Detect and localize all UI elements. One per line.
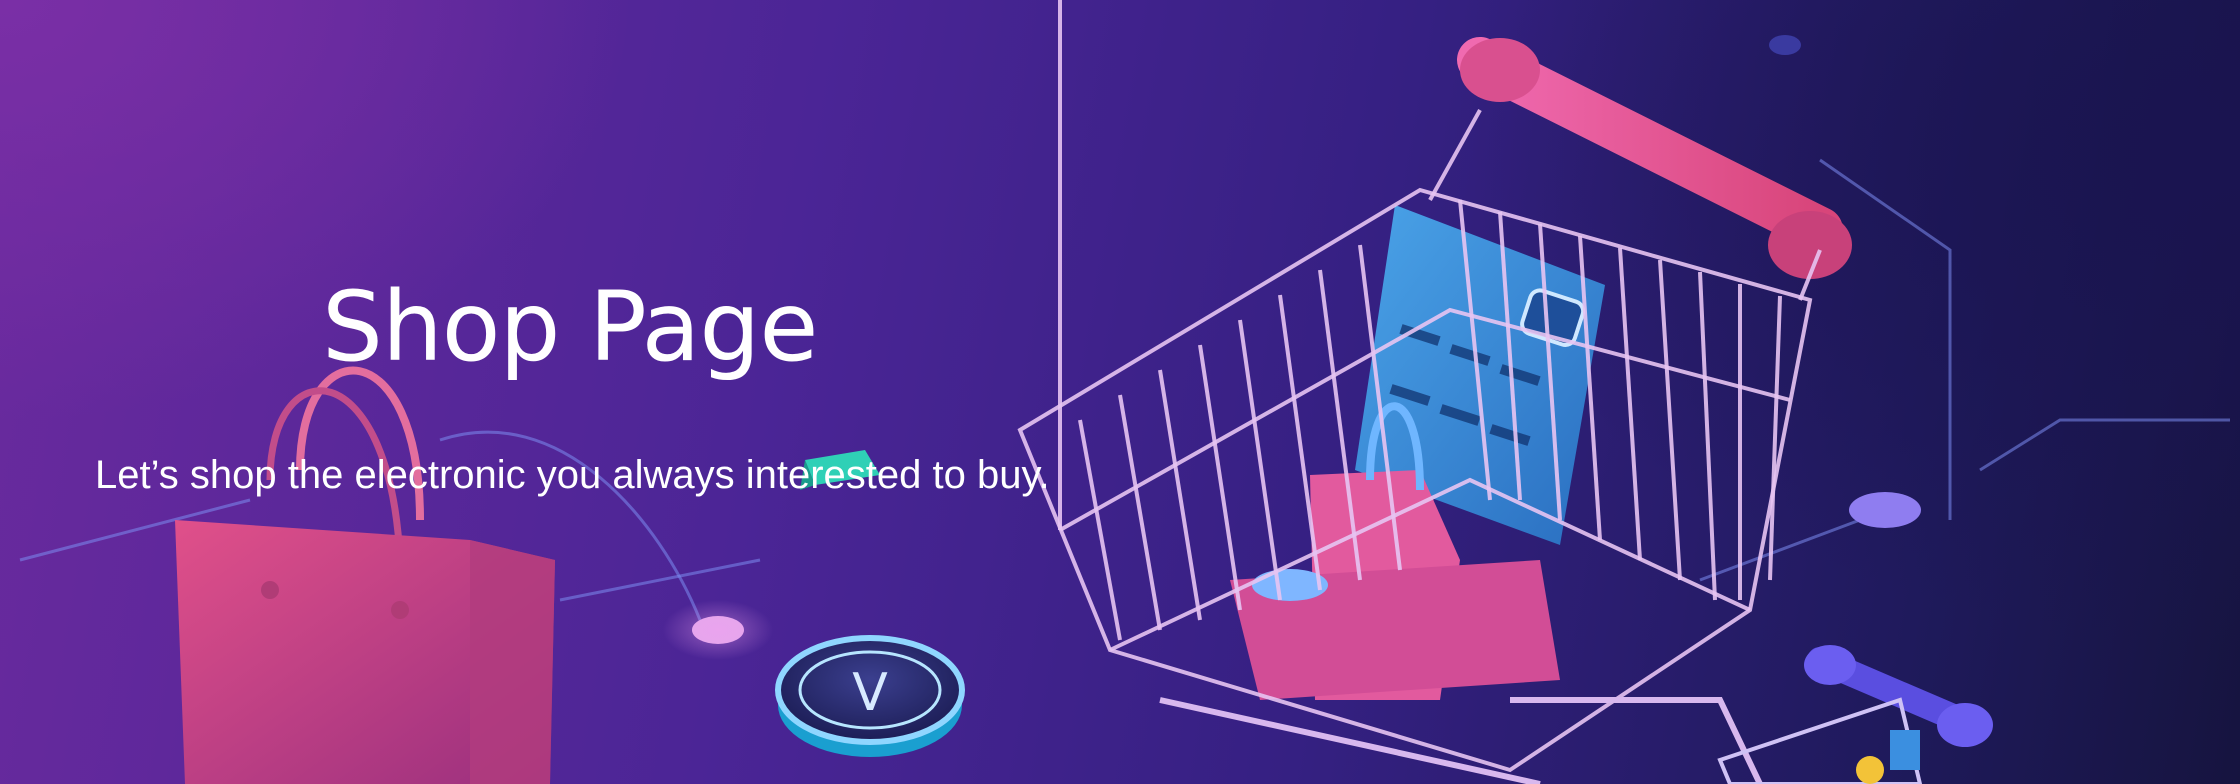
page-subtitle: Let’s shop the electronic you always int…	[95, 453, 1050, 497]
check-coin-icon: V	[775, 635, 965, 757]
hero-illustration: V	[19, 0, 2230, 784]
small-cart-icon	[1717, 645, 1993, 784]
cart-handle	[1457, 37, 1852, 279]
shopping-cart-icon	[1017, 0, 1852, 784]
page-title: Shop Page	[322, 271, 818, 383]
cart-base	[1159, 697, 1763, 784]
hero-banner: V Shop Page Let’s shop the electronic yo…	[0, 0, 2240, 784]
coin-glyph: V	[852, 663, 888, 723]
